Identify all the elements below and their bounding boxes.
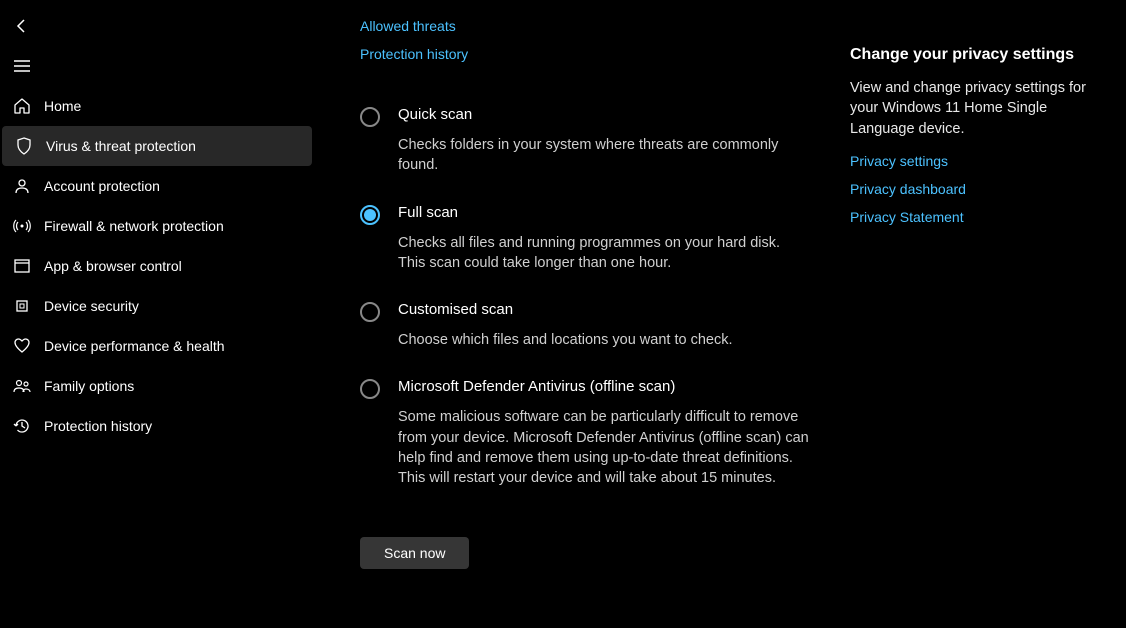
- radio-indicator: [360, 107, 380, 127]
- home-icon: [12, 96, 32, 116]
- radio-full-scan[interactable]: Full scan Checks all files and running p…: [360, 204, 810, 274]
- shield-icon: [14, 136, 34, 156]
- radio-customised-scan[interactable]: Customised scan Choose which files and l…: [360, 301, 810, 350]
- sidebar-item-label: Firewall & network protection: [44, 218, 224, 234]
- radio-quick-scan[interactable]: Quick scan Checks folders in your system…: [360, 106, 810, 176]
- sidebar-item-label: Protection history: [44, 418, 152, 434]
- radio-indicator: [360, 205, 380, 225]
- scan-now-button[interactable]: Scan now: [360, 537, 469, 569]
- radio-desc: Checks all files and running programmes …: [398, 233, 810, 274]
- person-icon: [12, 176, 32, 196]
- chip-icon: [12, 296, 32, 316]
- sidebar-item-label: Device security: [44, 298, 139, 314]
- sidebar-item-history[interactable]: Protection history: [0, 406, 320, 446]
- radio-title: Full scan: [398, 204, 810, 221]
- radio-indicator: [360, 302, 380, 322]
- radio-title: Quick scan: [398, 106, 810, 123]
- side-panel-title: Change your privacy settings: [850, 46, 1110, 64]
- sidebar-item-label: Family options: [44, 378, 134, 394]
- radio-desc: Choose which files and locations you wan…: [398, 330, 810, 350]
- scan-options: Quick scan Checks folders in your system…: [360, 106, 810, 569]
- link-protection-history[interactable]: Protection history: [360, 46, 810, 62]
- sidebar-item-virus-threat[interactable]: Virus & threat protection: [2, 126, 312, 166]
- side-panel: Change your privacy settings View and ch…: [850, 18, 1110, 628]
- signal-icon: [12, 216, 32, 236]
- hamburger-icon: [14, 60, 30, 72]
- radio-desc: Some malicious software can be particula…: [398, 407, 810, 488]
- heart-icon: [12, 336, 32, 356]
- history-icon: [12, 416, 32, 436]
- sidebar-item-account[interactable]: Account protection: [0, 166, 320, 206]
- sidebar-item-label: App & browser control: [44, 258, 182, 274]
- arrow-left-icon: [14, 18, 30, 34]
- sidebar-item-label: Home: [44, 98, 81, 114]
- link-allowed-threats[interactable]: Allowed threats: [360, 18, 810, 34]
- sidebar-item-app-browser[interactable]: App & browser control: [0, 246, 320, 286]
- sidebar-item-label: Account protection: [44, 178, 160, 194]
- link-privacy-dashboard[interactable]: Privacy dashboard: [850, 181, 1110, 197]
- sidebar-item-performance[interactable]: Device performance & health: [0, 326, 320, 366]
- radio-offline-scan[interactable]: Microsoft Defender Antivirus (offline sc…: [360, 378, 810, 488]
- window-icon: [12, 256, 32, 276]
- radio-desc: Checks folders in your system where thre…: [398, 135, 810, 176]
- sidebar-item-home[interactable]: Home: [0, 86, 320, 126]
- link-privacy-statement[interactable]: Privacy Statement: [850, 209, 1110, 225]
- radio-title: Customised scan: [398, 301, 810, 318]
- sidebar-item-label: Virus & threat protection: [46, 138, 196, 154]
- people-icon: [12, 376, 32, 396]
- radio-indicator: [360, 379, 380, 399]
- radio-title: Microsoft Defender Antivirus (offline sc…: [398, 378, 810, 395]
- link-privacy-settings[interactable]: Privacy settings: [850, 153, 1110, 169]
- side-panel-desc: View and change privacy settings for you…: [850, 78, 1110, 139]
- sidebar-item-firewall[interactable]: Firewall & network protection: [0, 206, 320, 246]
- nav-list: Home Virus & threat protection Account p…: [0, 86, 320, 446]
- main-content: Allowed threats Protection history Quick…: [320, 0, 1126, 628]
- sidebar: Home Virus & threat protection Account p…: [0, 0, 320, 628]
- sidebar-item-label: Device performance & health: [44, 338, 225, 354]
- sidebar-item-device-security[interactable]: Device security: [0, 286, 320, 326]
- sidebar-item-family[interactable]: Family options: [0, 366, 320, 406]
- menu-button[interactable]: [2, 46, 42, 86]
- back-button[interactable]: [2, 6, 42, 46]
